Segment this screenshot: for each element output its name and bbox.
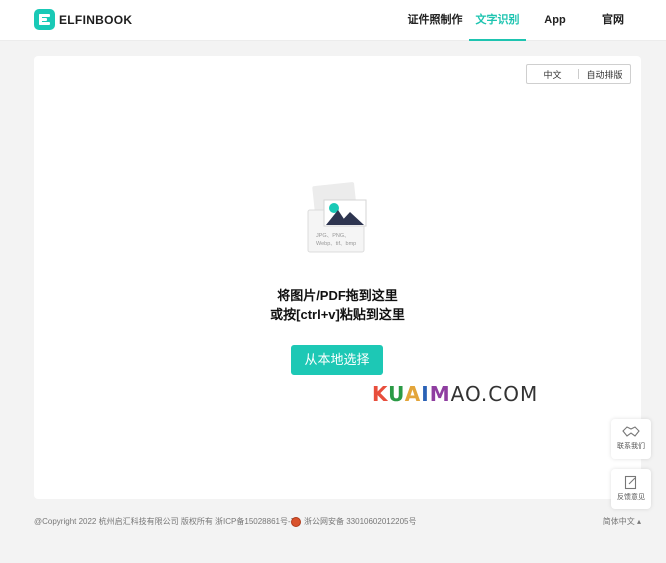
police-record-text: 浙公网安备 33010602012205号 xyxy=(304,517,417,526)
image-upload-icon: JPG、PNG、 Webp、tif、bmp xyxy=(307,182,367,253)
format-text-1: JPG、PNG、 xyxy=(316,233,350,239)
police-badge-icon xyxy=(291,516,301,527)
watermark-rest: AO.COM xyxy=(450,382,539,406)
watermark-letter-m: M xyxy=(429,382,451,406)
handshake-icon xyxy=(622,426,640,437)
watermark-letter-u: U xyxy=(388,382,405,406)
elfinbook-logo-icon xyxy=(34,9,55,30)
upload-card[interactable]: 中文 自动排版 JPG、PNG、 Webp、tif、bmp 将图片/PDF拖到这… xyxy=(34,56,641,499)
caret-up-icon: ▴ xyxy=(636,517,641,526)
watermark-letter-i: I xyxy=(421,382,430,406)
watermark-letter-a: A xyxy=(404,382,422,406)
format-text-2: Webp、tif、bmp xyxy=(316,241,356,247)
chinese-language-option[interactable]: 中文 xyxy=(527,68,578,81)
edit-note-icon xyxy=(624,475,637,490)
language-label: 简体中文 xyxy=(602,517,635,526)
footer: @Copyright 2022 杭州启汇科技有限公司 版权所有 浙ICP备150… xyxy=(34,516,641,530)
auto-layout-option[interactable]: 自动排版 xyxy=(579,68,630,81)
watermark-letter-k: K xyxy=(372,382,389,406)
choose-local-file-button[interactable]: 从本地选择 xyxy=(291,345,383,375)
feedback-button[interactable]: 反馈意见 xyxy=(611,469,651,509)
nav-ocr[interactable]: 文字识别 xyxy=(469,0,526,41)
drop-instruction: 将图片/PDF拖到这里 xyxy=(277,288,398,303)
brand-logo[interactable]: ELFINBOOK xyxy=(34,9,132,30)
language-selector[interactable]: 简体中文 ▴ xyxy=(603,516,641,527)
contact-us-label: 联系我们 xyxy=(617,443,645,450)
brand-name: ELFINBOOK xyxy=(59,12,133,27)
nav-id-photo[interactable]: 证件照制作 xyxy=(405,0,465,41)
police-record[interactable]: 浙公网安备 33010602012205号 xyxy=(291,516,417,527)
feedback-label: 反馈意见 xyxy=(617,494,645,501)
paste-instruction: 或按[ctrl+v]粘贴到这里 xyxy=(270,307,405,322)
nav-official-site[interactable]: 官网 xyxy=(596,0,630,41)
option-toggle: 中文 自动排版 xyxy=(526,64,631,84)
copyright-text: @Copyright 2022 杭州启汇科技有限公司 版权所有 浙ICP备150… xyxy=(34,517,296,526)
nav-app[interactable]: App xyxy=(536,0,574,41)
top-header: ELFINBOOK 证件照制作 文字识别 App 官网 xyxy=(0,0,666,41)
contact-us-button[interactable]: 联系我们 xyxy=(611,419,651,459)
kuaimao-watermark: KUAIMAO.COM xyxy=(372,382,538,406)
